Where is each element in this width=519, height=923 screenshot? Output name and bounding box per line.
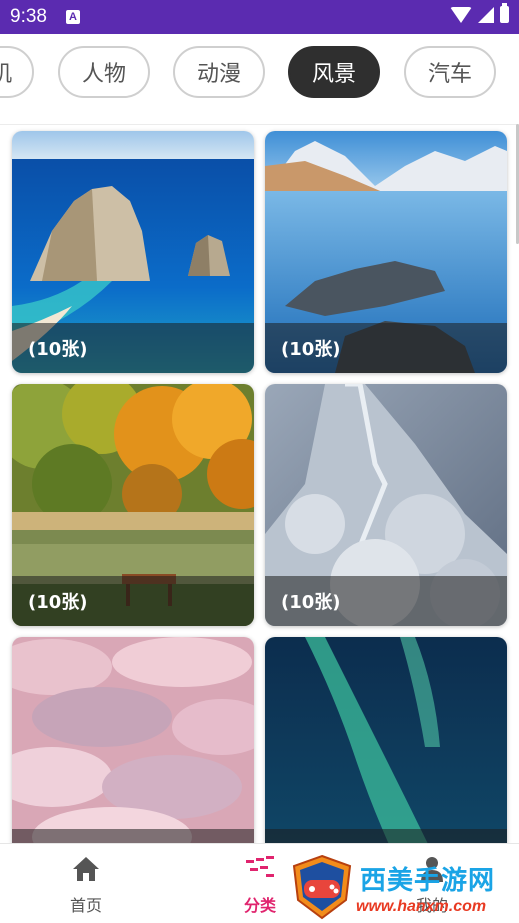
- image-count: (10张): [28, 339, 88, 360]
- tab-category-5[interactable]: 汽车: [404, 46, 496, 98]
- gallery-card[interactable]: [265, 637, 507, 843]
- tab-label: 机: [0, 56, 12, 88]
- tab-label: 人物: [81, 62, 126, 87]
- tab-label: 动漫: [196, 62, 241, 87]
- image-count: (10张): [281, 339, 341, 360]
- landscape-image: [265, 637, 507, 843]
- status-icons: [450, 3, 509, 23]
- tab-label: 风景: [311, 62, 356, 87]
- card-overlay: [265, 829, 507, 843]
- watermark-text: 西美手游网: [360, 866, 496, 896]
- status-bar: 9:38 A: [0, 0, 519, 34]
- watermark-url: www.hanxm.com: [356, 898, 487, 915]
- tab-label: 汽车: [427, 62, 472, 87]
- gallery-card[interactable]: (10张): [12, 384, 254, 626]
- home-icon: [73, 857, 99, 881]
- landscape-image: [12, 637, 254, 843]
- card-overlay: [12, 829, 254, 843]
- a-icon: A: [66, 10, 80, 24]
- gallery-card[interactable]: (10张): [265, 384, 507, 626]
- tab-category-4[interactable]: 风景: [288, 46, 380, 98]
- status-time: 9:38: [10, 6, 47, 27]
- tab-category-1[interactable]: 机: [0, 46, 34, 98]
- gallery-card[interactable]: [12, 637, 254, 843]
- image-count: (10张): [28, 592, 88, 613]
- wifi-icon: [450, 6, 472, 23]
- signal-icon: [478, 6, 494, 23]
- image-count: (10张): [281, 592, 341, 613]
- category-tabs: 机 人物 动漫 风景 汽车: [0, 34, 519, 125]
- nav-home[interactable]: 首页: [26, 844, 146, 923]
- tab-category-2[interactable]: 人物: [58, 46, 150, 98]
- gallery-grid: (10张) (10张) (10张) (10张): [0, 125, 519, 843]
- category-icon: [246, 856, 274, 877]
- watermark: 西美手游网 www.hanxm.com: [290, 852, 519, 922]
- nav-label: 首页: [69, 896, 102, 915]
- tab-category-3[interactable]: 动漫: [173, 46, 265, 98]
- battery-icon: [500, 3, 509, 23]
- gallery-card[interactable]: (10张): [12, 131, 254, 373]
- gamepad-logo-icon: [292, 854, 352, 920]
- gallery-card[interactable]: (10张): [265, 131, 507, 373]
